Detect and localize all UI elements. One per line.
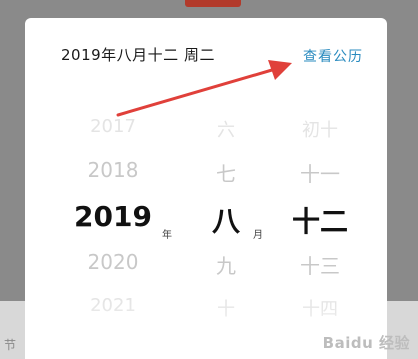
- month-option-selected[interactable]: 八: [191, 200, 261, 240]
- year-option[interactable]: 2020: [73, 250, 153, 274]
- background-text: 节: [4, 338, 17, 352]
- day-option[interactable]: 十一: [275, 158, 365, 187]
- view-gregorian-link[interactable]: 查看公历: [303, 46, 363, 66]
- dialog-header: 2019年八月十二 周二 查看公历: [25, 18, 387, 88]
- month-option[interactable]: 六: [191, 116, 261, 142]
- top-tab-accent: [185, 0, 241, 7]
- year-option[interactable]: 2018: [73, 158, 153, 182]
- year-option[interactable]: 2017: [73, 116, 153, 137]
- lunar-date-picker-dialog: 2019年八月十二 周二 查看公历 2017 2018 2019 2020 20…: [25, 18, 387, 359]
- month-option[interactable]: 九: [191, 250, 261, 279]
- year-option-selected[interactable]: 2019: [73, 200, 153, 233]
- year-unit-label: 年: [162, 230, 172, 241]
- month-option[interactable]: 七: [191, 158, 261, 187]
- selected-date-label: 2019年八月十二 周二: [61, 46, 215, 64]
- day-option[interactable]: 十三: [275, 250, 365, 279]
- month-unit-label: 月: [253, 230, 263, 241]
- day-option[interactable]: 初十: [275, 116, 365, 142]
- day-option-selected[interactable]: 十二: [275, 200, 365, 240]
- watermark-logo: Baidu 经验: [322, 334, 410, 352]
